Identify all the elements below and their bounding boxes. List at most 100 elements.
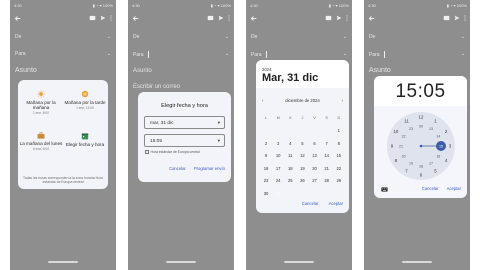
send-icon[interactable] xyxy=(336,15,342,21)
clock-hour-inner[interactable]: 17 xyxy=(429,162,433,166)
more-vert-icon[interactable] xyxy=(464,15,466,21)
body-field[interactable]: Escribir un correo xyxy=(133,84,229,90)
chevron-down-icon[interactable]: ⌄ xyxy=(225,34,229,40)
calendar-day[interactable]: 28 xyxy=(321,178,333,183)
calendar-day[interactable]: 13 xyxy=(309,153,321,158)
back-arrow-icon[interactable] xyxy=(132,15,139,22)
from-field[interactable]: De ⌄ xyxy=(133,34,229,40)
subject-field[interactable]: Asunto xyxy=(133,68,229,74)
chevron-down-icon[interactable]: ⌄ xyxy=(343,51,347,57)
send-icon[interactable] xyxy=(100,15,106,21)
calendar-day[interactable]: 29 xyxy=(333,178,345,183)
calendar-day[interactable]: 23 xyxy=(260,178,272,183)
calendar-day[interactable]: 15 xyxy=(333,153,345,158)
from-field[interactable]: De ⌄ xyxy=(369,34,465,40)
clock-hour-inner[interactable]: 22 xyxy=(402,134,406,138)
clock-hour-inner[interactable]: 20 xyxy=(402,154,406,158)
to-field[interactable]: Para ⌄ xyxy=(15,51,111,57)
prev-month-icon[interactable]: ‹ xyxy=(262,98,263,103)
clock-hour-inner[interactable]: 21 xyxy=(399,144,403,148)
chevron-down-icon[interactable]: ⌄ xyxy=(107,34,111,40)
option-tomorrow-morning[interactable]: Mañana por la mañana 1 ene, 8:00 xyxy=(19,90,63,115)
clock-hour-inner[interactable]: 15 xyxy=(439,144,443,148)
clock-hour-outer[interactable]: 11 xyxy=(404,118,409,123)
calendar-day[interactable]: 1 xyxy=(333,128,345,133)
chevron-down-icon[interactable]: ⌄ xyxy=(225,51,229,57)
clock-hour-inner[interactable]: 14 xyxy=(436,134,440,138)
clock-hour-inner[interactable]: 19 xyxy=(409,162,413,166)
calendar-day[interactable]: 12 xyxy=(296,153,308,158)
calendar-day[interactable]: 8 xyxy=(333,141,345,146)
calendar-day[interactable]: 21 xyxy=(321,166,333,171)
timezone-row[interactable]: Hora estándar de Europa central xyxy=(145,150,200,154)
option-pick-date-time[interactable]: Elegir fecha y hora xyxy=(63,132,107,147)
to-field[interactable]: Para ⌄ xyxy=(251,51,347,58)
clock-hour-inner[interactable]: 18 xyxy=(419,164,423,168)
cancel-button[interactable]: Cancelar xyxy=(169,166,186,171)
calendar-day[interactable]: 16 xyxy=(260,166,272,171)
calendar-day[interactable]: 24 xyxy=(272,178,284,183)
back-arrow-icon[interactable] xyxy=(250,15,257,22)
next-month-icon[interactable]: › xyxy=(342,98,343,103)
attach-icon[interactable] xyxy=(325,15,332,21)
keyboard-icon[interactable] xyxy=(381,187,388,192)
more-vert-icon[interactable] xyxy=(110,15,112,21)
clock-hour-outer[interactable]: 10 xyxy=(393,129,398,134)
time-select[interactable]: 15:05 ▾ xyxy=(144,134,225,147)
calendar-day[interactable]: 18 xyxy=(284,166,296,171)
calendar-day[interactable]: 17 xyxy=(272,166,284,171)
cancel-button[interactable]: Cancelar xyxy=(422,186,439,191)
calendar-day[interactable]: 19 xyxy=(296,166,308,171)
chevron-down-icon[interactable]: ⌄ xyxy=(461,51,465,57)
from-field[interactable]: De ⌄ xyxy=(15,34,111,40)
more-vert-icon[interactable] xyxy=(346,15,348,21)
calendar-day[interactable]: 6 xyxy=(309,141,321,146)
calendar-day[interactable]: 27 xyxy=(309,178,321,183)
back-arrow-icon[interactable] xyxy=(368,15,375,22)
attach-icon[interactable] xyxy=(207,15,214,21)
calendar-day[interactable]: 14 xyxy=(321,153,333,158)
calendar-day[interactable]: 9 xyxy=(260,153,272,158)
to-field[interactable]: Para ⌄ xyxy=(133,51,229,58)
clock-hour-outer[interactable]: 12 xyxy=(419,115,424,120)
calendar-day[interactable]: 30 xyxy=(260,191,272,196)
clock-hour-inner[interactable]: 23 xyxy=(409,127,413,131)
clock-dial[interactable]: 121234567891011001314151617181920212223 xyxy=(386,111,456,181)
calendar-day[interactable]: 3 xyxy=(272,141,284,146)
calendar-day[interactable]: 10 xyxy=(272,153,284,158)
schedule-send-button[interactable]: Programar envío xyxy=(194,166,225,171)
option-tomorrow-afternoon[interactable]: Mañana por la tarde 1 ene, 13:00 xyxy=(63,90,107,110)
calendar-day[interactable]: 20 xyxy=(309,166,321,171)
checkbox-icon[interactable] xyxy=(145,150,149,154)
send-icon[interactable] xyxy=(218,15,224,21)
calendar-day[interactable]: 2 xyxy=(260,141,272,146)
option-monday-morning[interactable]: La mañana del lunes 6 ene, 8:00 xyxy=(19,132,63,151)
calendar-day[interactable]: 7 xyxy=(321,141,333,146)
calendar-day[interactable]: 11 xyxy=(284,153,296,158)
to-field[interactable]: Para ⌄ xyxy=(369,51,465,58)
attach-icon[interactable] xyxy=(443,15,450,21)
from-field[interactable]: De ⌄ xyxy=(251,34,347,40)
subject-field[interactable]: Asunto xyxy=(369,67,465,74)
back-arrow-icon[interactable] xyxy=(14,15,21,22)
subject-field[interactable]: Asunto xyxy=(15,67,111,74)
calendar-day[interactable]: 5 xyxy=(296,141,308,146)
date-select[interactable]: mar, 31 dic ▾ xyxy=(144,116,225,129)
chevron-down-icon[interactable]: ⌄ xyxy=(107,51,111,57)
calendar-day[interactable]: 25 xyxy=(284,178,296,183)
calendar-day[interactable]: 26 xyxy=(296,178,308,183)
clock-hour-inner[interactable]: 16 xyxy=(436,154,440,158)
calendar-day[interactable]: 4 xyxy=(284,141,296,146)
clock-hour-inner[interactable]: 13 xyxy=(429,127,433,131)
cancel-button[interactable]: Cancelar xyxy=(302,201,319,206)
accept-button[interactable]: Aceptar xyxy=(329,201,343,206)
accept-button[interactable]: Aceptar xyxy=(447,186,461,191)
calendar-day[interactable]: 22 xyxy=(333,166,345,171)
chevron-down-icon[interactable]: ⌄ xyxy=(343,34,347,40)
send-icon[interactable] xyxy=(454,15,460,21)
more-vert-icon[interactable] xyxy=(228,15,230,21)
chevron-down-icon[interactable]: ⌄ xyxy=(461,34,465,40)
attach-icon[interactable] xyxy=(89,15,96,21)
clock-hour-inner[interactable]: 00 xyxy=(419,124,423,128)
calendar-day-selected[interactable]: 31 xyxy=(272,188,284,199)
